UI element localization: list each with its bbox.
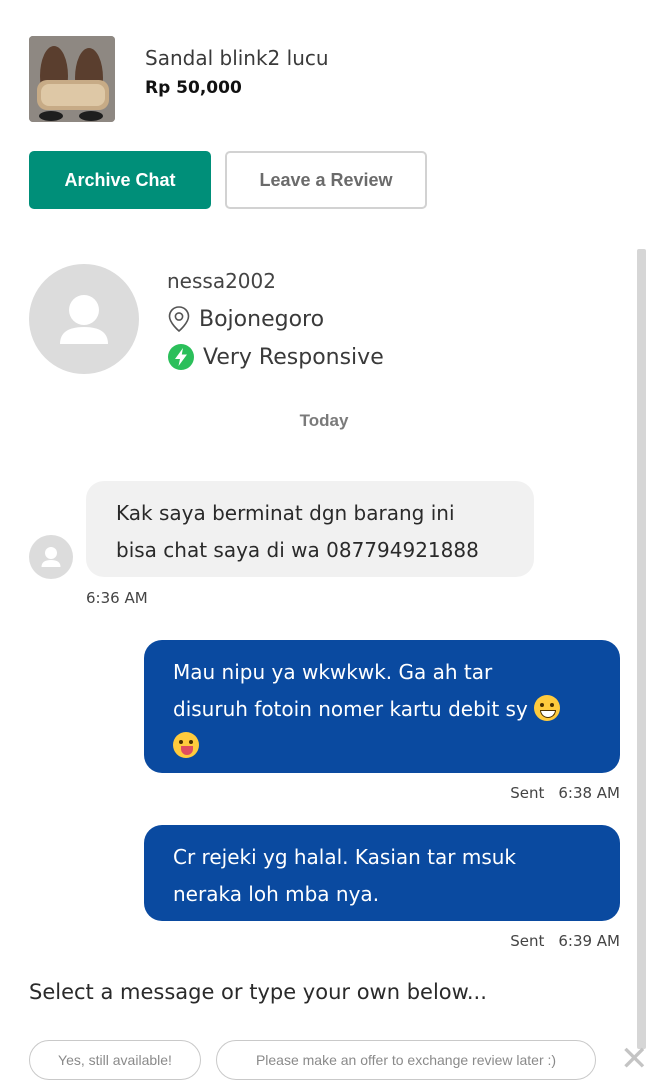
seller-avatar[interactable] [29, 264, 139, 374]
message-meta: Sent 6:38 AM [510, 784, 620, 802]
product-title[interactable]: Sandal blink2 lucu [145, 46, 329, 70]
grinning-sweat-emoji-icon [534, 695, 561, 721]
message-meta: Sent 6:39 AM [510, 932, 620, 950]
quick-reply-prompt: Select a message or type your own below.… [29, 980, 487, 1004]
chat-scrollbar[interactable] [637, 249, 646, 1049]
leave-review-button[interactable]: Leave a Review [225, 151, 427, 209]
message-time: 6:36 AM [86, 589, 148, 607]
message-line: Cr rejeki yg halal. Kasian tar msuk [173, 845, 517, 869]
outgoing-message[interactable]: Mau nipu ya wkwkwk. Ga ah tar disuruh fo… [144, 640, 620, 773]
message-line [173, 728, 598, 765]
message-status: Sent [510, 784, 545, 802]
message-line: bisa chat saya di wa 087794921888 [116, 538, 479, 562]
product-price: Rp 50,000 [145, 78, 242, 98]
seller-responsiveness: Very Responsive [167, 343, 384, 371]
message-line: disuruh fotoin nomer kartu debit sy [173, 691, 598, 728]
incoming-message[interactable]: Kak saya berminat dgn barang ini bisa ch… [86, 481, 534, 577]
quick-reply-chip[interactable]: Please make an offer to exchange review … [216, 1040, 596, 1080]
archive-chat-button[interactable]: Archive Chat [29, 151, 211, 209]
sender-avatar[interactable] [29, 535, 73, 579]
close-icon[interactable]: ✕ [620, 1042, 648, 1076]
outgoing-message[interactable]: Cr rejeki yg halal. Kasian tar msuk nera… [144, 825, 620, 921]
seller-location: Bojonegoro [167, 305, 324, 333]
message-time: 6:39 AM [558, 932, 620, 950]
user-silhouette-icon [60, 295, 108, 344]
message-line-text: disuruh fotoin nomer kartu debit sy [173, 697, 528, 721]
message-line: Mau nipu ya wkwkwk. Ga ah tar [173, 660, 493, 684]
product-thumbnail[interactable] [29, 36, 115, 122]
seller-responsiveness-text: Very Responsive [203, 344, 384, 370]
date-separator: Today [299, 411, 349, 430]
message-line: neraka loh mba nya. [173, 882, 380, 906]
message-status: Sent [510, 932, 545, 950]
seller-location-text: Bojonegoro [199, 306, 325, 332]
user-silhouette-icon [41, 547, 61, 567]
quick-reply-chip[interactable]: Yes, still available! [29, 1040, 201, 1080]
winking-tongue-emoji-icon [173, 732, 199, 758]
seller-username[interactable]: nessa2002 [167, 269, 276, 293]
location-pin-icon [168, 306, 190, 333]
message-line: Kak saya berminat dgn barang ini [116, 501, 455, 525]
message-time: 6:38 AM [558, 784, 620, 802]
lightning-bolt-icon [168, 344, 194, 370]
